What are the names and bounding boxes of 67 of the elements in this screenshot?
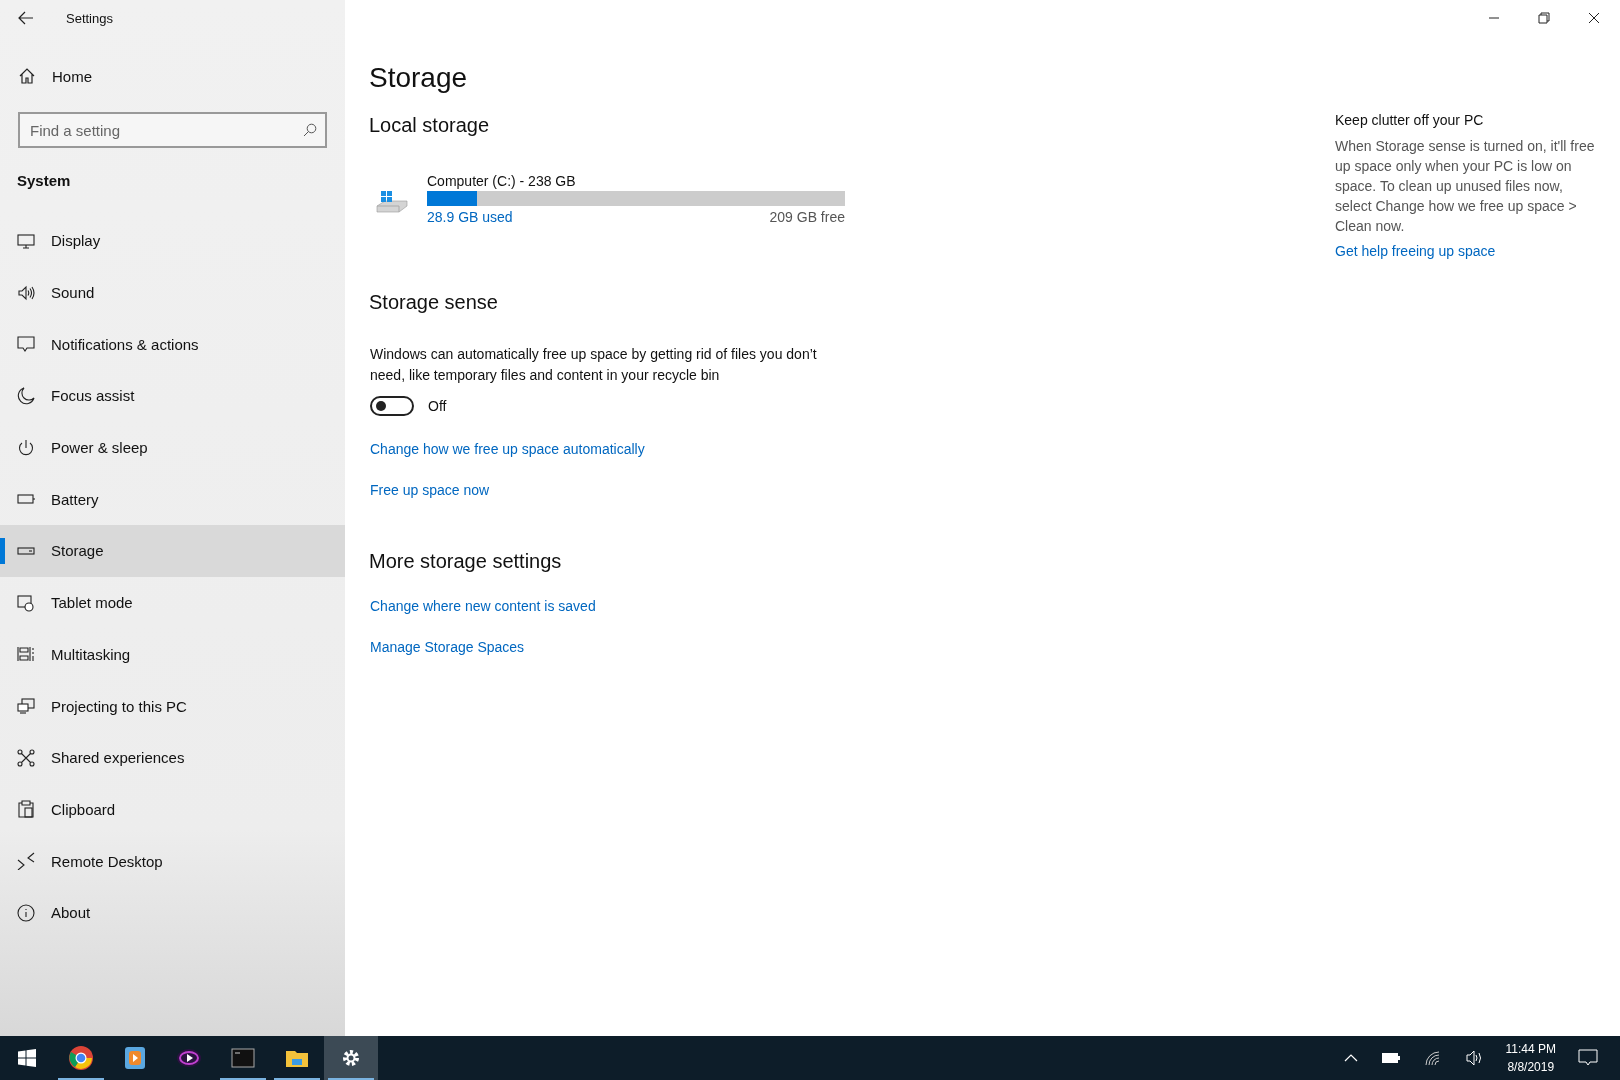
sidebar-item[interactable]: Focus assist	[0, 370, 345, 422]
settings-link[interactable]: Change where new content is saved	[370, 598, 596, 614]
section-heading: Local storage	[369, 114, 491, 137]
restore-icon[interactable]	[1538, 12, 1550, 24]
selection-indicator	[0, 538, 5, 564]
section-heading: More storage settings	[369, 550, 563, 573]
notification-icon[interactable]	[1578, 1049, 1598, 1067]
page-title: Storage	[369, 62, 469, 94]
sidebar-item[interactable]: Storage	[0, 525, 345, 577]
sidebar-item[interactable]: Projecting to this PC	[0, 680, 345, 732]
power-icon	[17, 438, 35, 457]
sidebar-item[interactable]: Clipboard	[0, 783, 345, 836]
info-icon	[17, 903, 35, 922]
description-text: Windows can automatically free up space by getting rid of files you don’t need, like temporary files and content in your recycle bin	[370, 345, 818, 385]
aside-heading: Keep clutter off your PC	[1335, 112, 1485, 128]
taskbar-app[interactable]	[324, 1036, 378, 1080]
network-icon	[17, 748, 35, 767]
sidebar-item[interactable]: Notifications & actions	[0, 318, 345, 371]
windows-logo-icon	[18, 1049, 36, 1067]
wifi-icon[interactable]	[1423, 1050, 1442, 1066]
battery-icon[interactable]	[1381, 1053, 1400, 1063]
toggle-switch[interactable]	[370, 396, 414, 416]
sidebar-item[interactable]: Display	[0, 215, 345, 267]
sidebar-item[interactable]: Multitasking	[0, 628, 345, 681]
aside-text: When Storage sense is turned on, it'll free up space only when your PC is low on space. To clean up unused files now, select Change how we free up space > Clean now.	[1335, 137, 1596, 236]
media-player-icon	[122, 1045, 148, 1071]
home-icon	[18, 67, 36, 85]
browser-icon	[68, 1045, 94, 1071]
clipboard-icon	[17, 800, 35, 819]
section-heading: Storage sense	[369, 291, 499, 314]
date-text: 8/8/2019	[1507, 1059, 1555, 1076]
back-arrow-icon[interactable]	[18, 11, 34, 25]
drive-name: Computer (C:) - 238 GB	[427, 173, 577, 189]
tablet-icon	[17, 593, 35, 612]
projector-icon	[17, 697, 35, 716]
settings-link[interactable]: Change how we free up space automatically	[370, 441, 645, 457]
sidebar-item[interactable]: Battery	[0, 473, 345, 526]
settings-link[interactable]: Manage Storage Spaces	[370, 639, 525, 655]
speech-bubble-icon	[17, 335, 35, 354]
chevron-up-icon[interactable]	[1343, 1054, 1358, 1062]
sidebar-item[interactable]: Tablet mode	[0, 576, 345, 629]
settings-link[interactable]: Free up space now	[370, 482, 490, 498]
search-icon	[303, 123, 317, 137]
toggle-label: Off	[428, 398, 447, 414]
moon-icon	[17, 386, 35, 405]
sidebar-item[interactable]: Shared experiences	[0, 731, 345, 784]
search-field[interactable]: Find a setting	[18, 112, 327, 148]
monitor-icon	[17, 231, 35, 250]
home-label: Home	[52, 67, 92, 85]
window-title: Settings	[66, 10, 113, 26]
help-link[interactable]: Get help freeing up space	[1335, 243, 1496, 259]
sidebar-item[interactable]: About	[0, 886, 345, 939]
clock[interactable]: 11:44 PM 8/8/2019	[1505, 1040, 1556, 1076]
close-icon[interactable]	[1588, 12, 1600, 24]
remote-icon	[17, 852, 35, 871]
speaker-icon[interactable]	[1465, 1050, 1484, 1066]
terminal-icon	[230, 1045, 256, 1071]
time-text: 11:44 PM	[1505, 1041, 1556, 1058]
sidebar-item[interactable]: Power & sleep	[0, 421, 345, 474]
sidebar-item[interactable]: Sound	[0, 266, 345, 319]
home-link[interactable]: Home	[0, 36, 345, 94]
free-space-text: 209 GB free	[769, 209, 845, 225]
multitasking-icon	[17, 645, 35, 664]
section-heading: System	[16, 171, 72, 191]
speaker-icon	[17, 283, 35, 302]
used-space-link[interactable]: 28.9 GB used	[427, 209, 513, 225]
sidebar-item[interactable]: Remote Desktop	[0, 835, 345, 887]
